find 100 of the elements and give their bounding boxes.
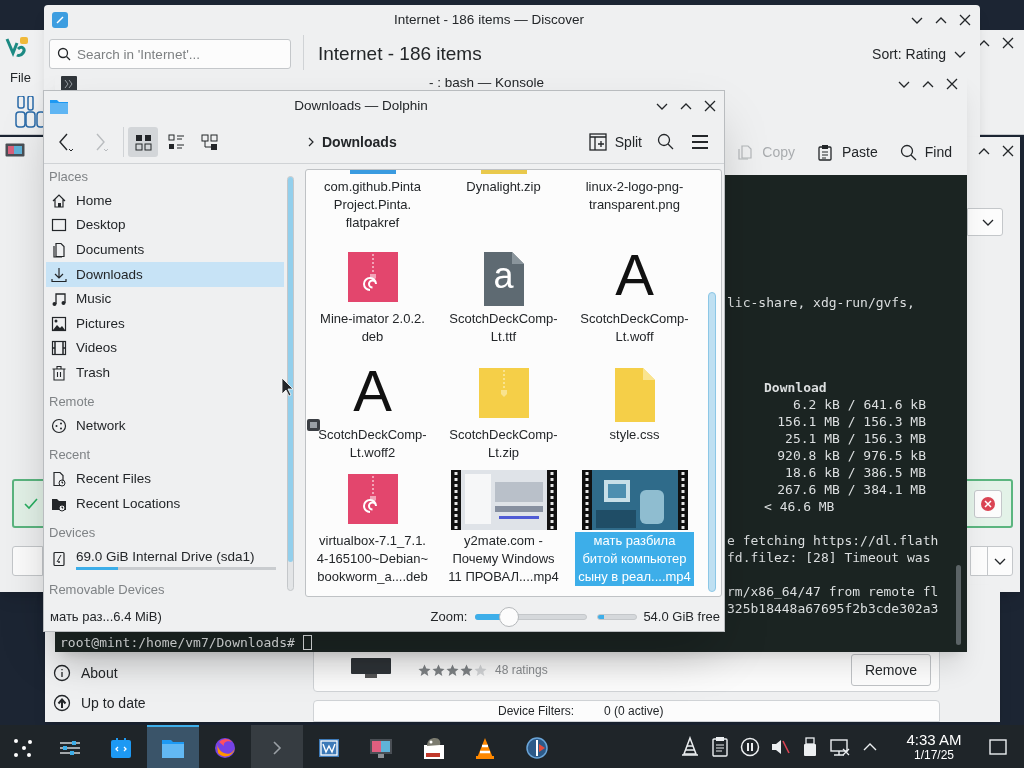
menu-icon <box>691 134 709 150</box>
network-icon <box>51 418 67 435</box>
terminal-line: 25.1 MB / 156.3 MB <box>784 430 926 447</box>
display-icon <box>5 143 25 159</box>
terminal-line: 6.2 kB / 641.6 kB <box>791 396 926 413</box>
page-heading: Internet - 186 items <box>318 41 482 66</box>
app-logo-icon <box>5 35 29 59</box>
terminal-line: e fetching https://dl.flath <box>727 532 940 549</box>
drive-icon <box>51 551 67 568</box>
scrollbar[interactable] <box>287 176 294 591</box>
file-name[interactable]: ScotchDeckComp- Lt.woff2 <box>315 426 430 462</box>
clipboard-button[interactable] <box>709 735 731 758</box>
split-view-icon <box>588 133 607 151</box>
file-name[interactable]: linux-2-logo-png- transparent.png <box>582 178 687 214</box>
close-button[interactable] <box>1000 143 1016 159</box>
traffic-cone-icon <box>679 735 701 758</box>
zoom-slider[interactable] <box>475 606 588 627</box>
section-heading: Removable Devices <box>48 580 166 599</box>
home-icon <box>51 192 67 209</box>
mouse-pointer-icon <box>281 377 293 397</box>
text-cursor-icon <box>302 635 312 650</box>
sort-dropdown[interactable]: Sort: Rating <box>872 43 968 65</box>
window-title: Downloads — Dolphin <box>293 96 429 115</box>
sidebar-item[interactable]: Videos <box>46 336 284 361</box>
sidebar-item[interactable]: Documents <box>46 237 284 263</box>
sidebar-item[interactable]: Recent Locations <box>46 491 284 517</box>
section-heading: Places <box>48 167 90 186</box>
copy-icon <box>737 144 755 161</box>
dropdown[interactable] <box>967 208 1003 236</box>
close-button[interactable] <box>957 12 973 28</box>
record-icon <box>525 735 549 760</box>
pause-button[interactable] <box>739 735 761 758</box>
window-title: - : bash — Konsole <box>428 74 545 93</box>
slider-thumb[interactable] <box>499 606 519 627</box>
file-name[interactable]: style.css <box>606 426 663 444</box>
sidebar-item[interactable]: Trash <box>46 360 284 386</box>
terminal-line: Download <box>764 379 828 396</box>
split-button[interactable]: Split <box>588 131 642 153</box>
filter-value: 0 (0 active) <box>604 703 664 720</box>
sidebar-item[interactable]: Up to date <box>53 688 300 718</box>
dismiss-button[interactable] <box>974 489 1002 518</box>
sidebar-item[interactable]: Pictures <box>46 311 284 337</box>
file-name[interactable]: virtualbox-7.1_7.1. 4-165100~Debian~ bookworm_a....deb <box>313 532 432 586</box>
terminal-prompt: root@mint:/home/vm7/Downloads# <box>60 634 295 651</box>
status-text: мать раз...6.4 MiB) <box>50 607 162 626</box>
section-heading: Remote <box>48 392 96 411</box>
close-button[interactable] <box>1000 35 1016 51</box>
menu-item[interactable]: File <box>10 68 45 88</box>
download-icon <box>51 266 67 283</box>
tools-icon <box>15 95 45 128</box>
sidebar-item[interactable]: Home <box>46 188 284 214</box>
star-icon <box>460 663 473 677</box>
sidebar-item[interactable]: Recent Files <box>46 467 284 492</box>
free-space-label: 54.0 GiB free <box>643 607 720 626</box>
paste-button[interactable]: Paste <box>816 142 878 163</box>
sidebar-item[interactable]: Desktop <box>46 213 284 238</box>
file-name[interactable]: ScotchDeckComp- Lt.zip <box>446 426 561 462</box>
file-name[interactable]: ScotchDeckComp- Lt.woff <box>577 310 692 346</box>
clock[interactable]: 4:33 AM 1/17/25 <box>897 731 971 762</box>
close-button[interactable] <box>702 98 718 114</box>
filter-label: Device Filters: <box>498 703 574 720</box>
star-icon <box>446 663 459 677</box>
section-heading: Recent <box>48 446 92 465</box>
error-icon <box>980 495 996 512</box>
search-icon <box>57 47 71 61</box>
list-icon <box>167 133 185 151</box>
folder-icon <box>50 98 68 114</box>
terminal-line: lic-share, xdg-run/gvfs, <box>727 294 916 311</box>
clipboard-icon <box>709 735 731 758</box>
sidebar-item[interactable]: About <box>53 658 300 688</box>
package-icon <box>347 474 398 524</box>
terminal-line: 18.6 kB / 386.5 MB <box>784 464 926 481</box>
documents-icon <box>51 242 67 259</box>
section-heading: Devices <box>48 523 97 542</box>
file-icon <box>349 170 396 174</box>
sidebar-item[interactable]: Downloads <box>46 262 284 287</box>
file-icon <box>480 170 527 174</box>
file-name[interactable]: com.github.Pinta Project.Pinta. flatpakref <box>321 178 424 232</box>
sidebar-item[interactable]: Network <box>46 413 284 439</box>
breadcrumb-item[interactable]: Downloads <box>322 131 397 153</box>
terminal-line: rm/x86_64/47 from remote fl <box>727 583 940 600</box>
terminal-icon <box>61 75 77 92</box>
scrollbar-thumb[interactable] <box>288 177 293 562</box>
file-name[interactable]: Dynalight.zip <box>463 178 544 196</box>
file-name[interactable]: y2mate.com - Почему Windows 11 ПРОВАЛ....mp4 <box>445 532 562 586</box>
remove-button[interactable]: Remove <box>851 654 931 686</box>
traffic-cone-button[interactable] <box>679 735 701 758</box>
find-button[interactable]: Find <box>899 142 952 163</box>
sidebar-item[interactable]: Music <box>46 286 284 312</box>
scrollbar[interactable] <box>708 292 716 592</box>
font-glyph: a <box>493 256 514 296</box>
tree-icon <box>200 133 218 151</box>
window-title: Internet - 186 items — Discover <box>393 10 585 29</box>
sidebar-item[interactable]: 69.0 GiB Internal Drive (sda1) <box>46 544 284 574</box>
view-mode-button[interactable] <box>128 127 158 157</box>
file-name[interactable]: Mine-imator 2.0.2. deb <box>317 310 428 346</box>
file-name[interactable]: ScotchDeckComp- Lt.ttf <box>446 310 561 346</box>
search-field[interactable]: Search in 'Internet'... <box>49 39 291 69</box>
trash-icon <box>51 365 67 382</box>
star-icon <box>432 663 445 677</box>
